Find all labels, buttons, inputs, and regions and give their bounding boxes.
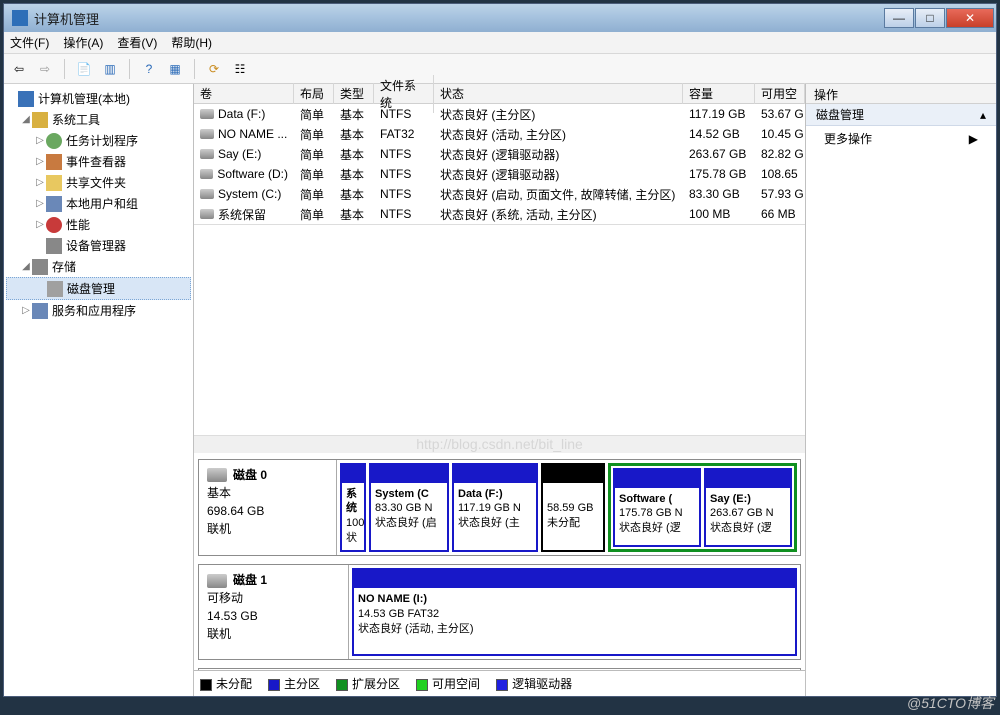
volume-icon	[200, 109, 214, 119]
table-row[interactable]: 系统保留 简单基本 NTFS状态良好 (系统, 活动, 主分区) 100 MB6…	[194, 204, 805, 224]
tree-task-scheduler[interactable]: ▷任务计划程序	[6, 130, 191, 151]
disk-icon	[207, 468, 227, 482]
forward-button[interactable]: ⇨	[34, 58, 56, 80]
close-button[interactable]: ✕	[946, 8, 994, 28]
disk-0-row[interactable]: 磁盘 0 基本 698.64 GB 联机 系统100状 System (C83.…	[198, 459, 801, 556]
volume-icon	[200, 209, 214, 219]
partition-c[interactable]: System (C83.30 GB N状态良好 (启	[369, 463, 449, 552]
extended-partition: Software (175.78 GB N状态良好 (逻 Say (E:)263…	[608, 463, 797, 552]
col-status[interactable]: 状态	[434, 83, 683, 104]
window-title: 计算机管理	[34, 9, 883, 28]
col-capacity[interactable]: 容量	[683, 83, 755, 104]
partition-f[interactable]: Data (F:)117.19 GB N状态良好 (主	[452, 463, 538, 552]
menu-action[interactable]: 操作(A)	[63, 34, 103, 51]
table-row[interactable]: Say (E:) 简单基本 NTFS状态良好 (逻辑驱动器) 263.67 GB…	[194, 144, 805, 164]
disk-0-label: 磁盘 0 基本 698.64 GB 联机	[199, 460, 337, 555]
menu-file[interactable]: 文件(F)	[10, 34, 49, 51]
tree-disk-management[interactable]: 磁盘管理	[6, 277, 191, 300]
volume-icon	[200, 149, 214, 159]
view-icon[interactable]: ▦	[164, 58, 186, 80]
tree-event-viewer[interactable]: ▷事件查看器	[6, 151, 191, 172]
menu-view[interactable]: 查看(V)	[117, 34, 157, 51]
menubar: 文件(F) 操作(A) 查看(V) 帮助(H)	[4, 32, 996, 54]
col-type[interactable]: 类型	[334, 83, 374, 104]
actions-pane: 操作 磁盘管理 ▴ 更多操作 ▶	[806, 84, 996, 696]
partition-d[interactable]: Software (175.78 GB N状态良好 (逻	[613, 468, 701, 547]
tree-shared-folders[interactable]: ▷共享文件夹	[6, 172, 191, 193]
volume-icon	[200, 129, 214, 139]
table-row[interactable]: Software (D:) 简单基本 NTFS状态良好 (逻辑驱动器) 175.…	[194, 164, 805, 184]
volume-icon	[200, 169, 213, 179]
grid-icon[interactable]: ▥	[99, 58, 121, 80]
partition-e[interactable]: Say (E:)263.67 GB N状态良好 (逻	[704, 468, 792, 547]
actions-title: 操作	[806, 84, 996, 104]
volume-icon	[200, 189, 214, 199]
help-icon[interactable]: ?	[138, 58, 160, 80]
disk-1-label: 磁盘 1 可移动 14.53 GB 联机	[199, 565, 349, 659]
minimize-button[interactable]: —	[884, 8, 914, 28]
disk-map: 磁盘 0 基本 698.64 GB 联机 系统100状 System (C83.…	[194, 453, 805, 671]
chevron-right-icon: ▶	[969, 132, 978, 146]
actions-panel-header[interactable]: 磁盘管理 ▴	[806, 104, 996, 126]
up-icon[interactable]: 📄	[73, 58, 95, 80]
tree-local-users[interactable]: ▷本地用户和组	[6, 193, 191, 214]
corner-watermark: @51CTO博客	[907, 693, 994, 713]
window: 计算机管理 — □ ✕ 文件(F) 操作(A) 查看(V) 帮助(H) ⇦ ⇨ …	[3, 3, 997, 697]
legend: 未分配 主分区 扩展分区 可用空间 逻辑驱动器	[194, 670, 805, 696]
collapse-icon: ▴	[980, 108, 986, 122]
refresh-icon[interactable]: ⟳	[203, 58, 225, 80]
tree-device-manager[interactable]: 设备管理器	[6, 235, 191, 256]
table-row[interactable]: NO NAME ... 简单基本 FAT32状态良好 (活动, 主分区) 14.…	[194, 124, 805, 144]
col-layout[interactable]: 布局	[294, 83, 334, 104]
back-button[interactable]: ⇦	[8, 58, 30, 80]
watermark-row: http://blog.csdn.net/bit_line	[194, 435, 805, 453]
tree-performance[interactable]: ▷性能	[6, 214, 191, 235]
table-row[interactable]: Data (F:) 简单基本 NTFS状态良好 (主分区) 117.19 GB5…	[194, 104, 805, 124]
maximize-button[interactable]: □	[915, 8, 945, 28]
app-icon	[12, 10, 28, 26]
partition-i[interactable]: NO NAME (I:)14.53 GB FAT32状态良好 (活动, 主分区)	[352, 568, 797, 656]
menu-help[interactable]: 帮助(H)	[171, 34, 212, 51]
console-tree: 计算机管理(本地) ◢系统工具 ▷任务计划程序 ▷事件查看器 ▷共享文件夹 ▷本…	[4, 84, 194, 696]
partition-unallocated[interactable]: 58.59 GB未分配	[541, 463, 605, 552]
col-volume[interactable]: 卷	[194, 83, 294, 104]
titlebar[interactable]: 计算机管理 — □ ✕	[4, 4, 996, 32]
disk-1-row[interactable]: 磁盘 1 可移动 14.53 GB 联机 NO NAME (I:)14.53 G…	[198, 564, 801, 660]
actions-more[interactable]: 更多操作 ▶	[806, 126, 996, 151]
partition-system-reserved[interactable]: 系统100状	[340, 463, 366, 552]
tree-root[interactable]: 计算机管理(本地)	[6, 88, 191, 109]
volume-table: 卷 布局 类型 文件系统 状态 容量 可用空 Data (F:) 简单基本 NT…	[194, 84, 805, 225]
table-row[interactable]: System (C:) 简单基本 NTFS状态良好 (启动, 页面文件, 故障转…	[194, 184, 805, 204]
col-free[interactable]: 可用空	[755, 83, 805, 104]
table-header: 卷 布局 类型 文件系统 状态 容量 可用空	[194, 84, 805, 104]
toolbar: ⇦ ⇨ 📄 ▥ ? ▦ ⟳ ☷	[4, 54, 996, 84]
tree-services-apps[interactable]: ▷服务和应用程序	[6, 300, 191, 321]
main-panel: 卷 布局 类型 文件系统 状态 容量 可用空 Data (F:) 简单基本 NT…	[194, 84, 806, 696]
disk-icon	[207, 574, 227, 588]
list-icon[interactable]: ☷	[229, 58, 251, 80]
tree-storage[interactable]: ◢存储	[6, 256, 191, 277]
tree-system-tools[interactable]: ◢系统工具	[6, 109, 191, 130]
